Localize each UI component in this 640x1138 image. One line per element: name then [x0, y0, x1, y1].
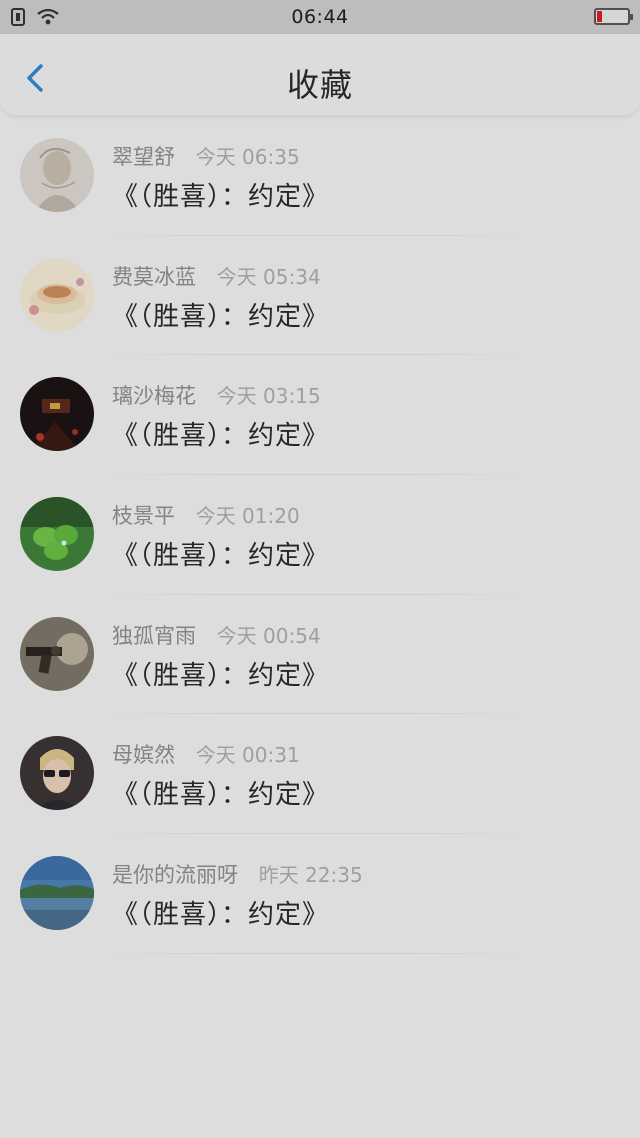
item-username: 枝景平 — [112, 504, 175, 529]
favorites-list: 翠望舒 今天 06:35 《（胜喜）：约定》 费莫冰蓝 今天 05:34 《（胜… — [0, 116, 640, 954]
item-meta: 费莫冰蓝 今天 05:34 — [112, 261, 321, 291]
avatar — [20, 138, 94, 212]
avatar — [20, 377, 94, 452]
sim-icon — [11, 8, 25, 26]
item-timestamp: 昨天 22:35 — [258, 863, 363, 888]
item-timestamp: 今天 00:31 — [195, 743, 300, 768]
list-item[interactable]: 费莫冰蓝 今天 05:34 《（胜喜）：约定》 — [0, 236, 640, 356]
item-content: 《（胜喜）：约定》 — [112, 421, 330, 452]
list-item[interactable]: 独孤宵雨 今天 00:54 《（胜喜）：约定》 — [0, 595, 640, 715]
list-item[interactable]: 枝景平 今天 01:20 《（胜喜）：约定》 — [0, 475, 640, 595]
header-bar: 收藏 — [0, 34, 640, 116]
page-title: 收藏 — [286, 66, 353, 104]
item-meta: 独孤宵雨 今天 00:54 — [112, 620, 321, 650]
item-username: 母嫔然 — [112, 743, 175, 768]
item-timestamp: 今天 06:35 — [195, 145, 300, 169]
battery-icon — [594, 8, 633, 25]
item-username: 璃沙梅花 — [112, 384, 196, 409]
list-item[interactable]: 璃沙梅花 今天 03:15 《（胜喜）：约定》 — [0, 355, 640, 475]
item-content: 《（胜喜）：约定》 — [112, 182, 330, 212]
list-item[interactable]: 是你的流丽呀 昨天 22:35 《（胜喜）：约定》 — [0, 834, 640, 954]
battery-indicator — [594, 8, 633, 25]
avatar — [20, 856, 94, 931]
avatar — [20, 497, 94, 572]
item-meta: 璃沙梅花 今天 03:15 — [112, 380, 321, 410]
avatar — [20, 736, 94, 811]
item-content: 《（胜喜）：约定》 — [112, 660, 330, 691]
avatar — [20, 257, 94, 332]
avatar — [20, 616, 94, 691]
item-timestamp: 今天 01:20 — [195, 504, 300, 529]
wifi-icon — [37, 8, 59, 25]
list-item[interactable]: 翠望舒 今天 06:35 《（胜喜）：约定》 — [0, 116, 640, 236]
item-content: 《（胜喜）：约定》 — [112, 780, 330, 811]
item-username: 独孤宵雨 — [112, 623, 196, 648]
item-meta: 翠望舒 今天 06:35 — [112, 141, 300, 171]
favorites-screen: 06:44 收藏 翠望舒 今天 06:35 《（胜喜）：约定》 费莫冰蓝 今天 … — [0, 0, 640, 1138]
item-meta: 是你的流丽呀 昨天 22:35 — [112, 859, 363, 889]
item-content: 《（胜喜）：约定》 — [112, 541, 330, 572]
item-username: 费莫冰蓝 — [112, 264, 196, 289]
item-meta: 枝景平 今天 01:20 — [112, 500, 300, 530]
item-content: 《（胜喜）：约定》 — [112, 301, 330, 332]
item-content: 《（胜喜）：约定》 — [112, 900, 330, 931]
battery-level — [597, 11, 602, 22]
item-username: 是你的流丽呀 — [112, 863, 238, 888]
item-timestamp: 今天 00:54 — [216, 623, 321, 648]
list-item[interactable]: 母嫔然 今天 00:31 《（胜喜）：约定》 — [0, 714, 640, 834]
status-icons-left — [10, 7, 60, 27]
status-bar: 06:44 — [0, 0, 640, 34]
item-timestamp: 今天 05:34 — [216, 264, 321, 289]
item-username: 翠望舒 — [112, 145, 175, 169]
status-time: 06:44 — [291, 6, 349, 28]
item-timestamp: 今天 03:15 — [216, 384, 321, 409]
item-meta: 母嫔然 今天 00:31 — [112, 739, 300, 769]
